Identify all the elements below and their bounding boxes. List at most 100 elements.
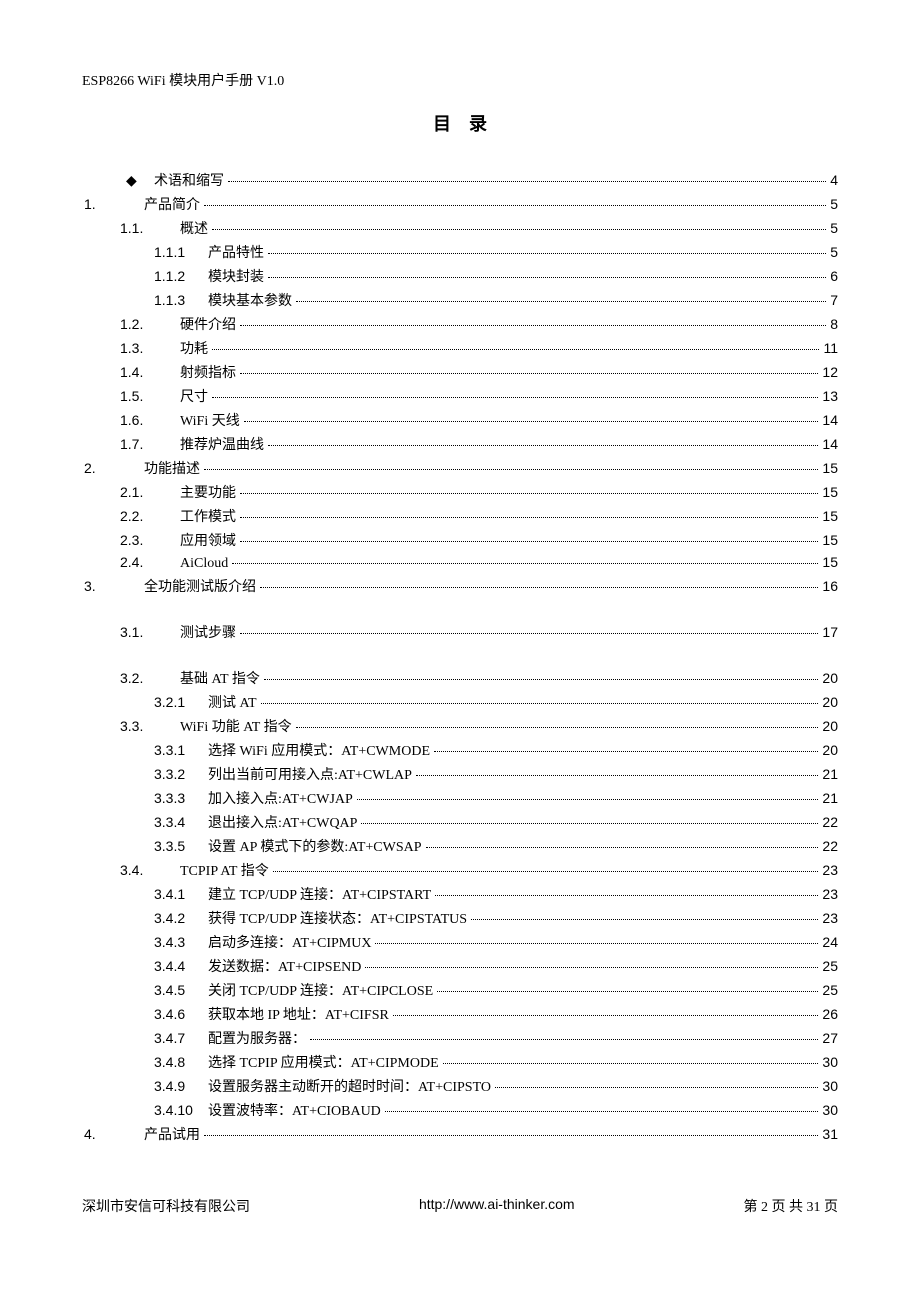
toc-entry-label: AiCloud	[180, 556, 230, 572]
toc-entry-label: 产品特性	[208, 242, 266, 262]
toc-entry-label: 设置波特率：AT+CIOBAUD	[208, 1100, 383, 1120]
toc-leader	[240, 373, 818, 374]
toc-row: 3.3.1选择 WiFi 应用模式：AT+CWMODE20	[84, 740, 838, 760]
toc-entry-marker: 3.3.3	[154, 790, 208, 806]
toc-leader	[240, 541, 818, 542]
toc-entry-marker: 1.2.	[120, 316, 180, 332]
toc-row: 2.4.AiCloud15	[84, 554, 838, 572]
toc-leader	[375, 943, 818, 944]
toc-leader	[212, 229, 826, 230]
toc-entry-page: 5	[828, 220, 838, 236]
toc-entry-label: 测试步骤	[180, 622, 238, 642]
toc-entry-marker: 1.1.1	[154, 244, 208, 260]
toc-leader	[240, 325, 826, 326]
toc-row: 1.产品简介5	[84, 194, 838, 214]
toc-leader	[232, 563, 818, 564]
toc-entry-marker: 3.4.4	[154, 958, 208, 974]
toc-entry-label: 产品试用	[144, 1124, 202, 1144]
toc-leader	[204, 469, 818, 470]
toc-entry-label: 功耗	[180, 338, 210, 358]
toc-row: 3.4.10设置波特率：AT+CIOBAUD30	[84, 1100, 838, 1120]
toc-leader	[204, 1135, 818, 1136]
toc-leader	[240, 517, 818, 518]
toc-leader	[361, 823, 818, 824]
toc-entry-marker: 3.3.4	[154, 814, 208, 830]
toc-leader	[434, 751, 818, 752]
toc-entry-page: 13	[820, 388, 838, 404]
toc-entry-page: 27	[820, 1030, 838, 1046]
toc-entry-page: 5	[828, 196, 838, 212]
toc-row: 3.4.2获得 TCP/UDP 连接状态：AT+CIPSTATUS23	[84, 908, 838, 928]
toc-entry-page: 20	[820, 694, 838, 710]
toc-row: 3.4.1建立 TCP/UDP 连接：AT+CIPSTART23	[84, 884, 838, 904]
toc-leader	[416, 775, 819, 776]
toc-entry-page: 31	[820, 1126, 838, 1142]
page-footer: 深圳市安信可科技有限公司 http://www.ai-thinker.com 第…	[82, 1196, 838, 1216]
toc-entry-label: 模块基本参数	[208, 290, 294, 310]
toc-entry-label: WiFi 功能 AT 指令	[180, 716, 294, 736]
toc-row: 3.4.8选择 TCPIP 应用模式：AT+CIPMODE30	[84, 1052, 838, 1072]
toc-entry-label: 应用领域	[180, 530, 238, 550]
toc-row: 3.2.基础 AT 指令20	[84, 668, 838, 688]
toc-entry-page: 4	[828, 172, 838, 188]
toc-entry-marker: 1.1.2	[154, 268, 208, 284]
toc-entry-page: 26	[820, 1006, 838, 1022]
toc-entry-page: 21	[820, 766, 838, 782]
toc-entry-page: 20	[820, 718, 838, 734]
toc-leader	[268, 445, 818, 446]
footer-url: http://www.ai-thinker.com	[419, 1196, 575, 1216]
toc-leader	[435, 895, 818, 896]
toc-entry-page: 15	[820, 508, 838, 524]
toc-entry-marker: 1.5.	[120, 388, 180, 404]
toc-entry-marker: 2.1.	[120, 484, 180, 500]
toc-entry-label: 选择 WiFi 应用模式：AT+CWMODE	[208, 740, 432, 760]
toc-leader	[471, 919, 818, 920]
toc-entry-marker: 3.4.1	[154, 886, 208, 902]
toc-row: 1.2.硬件介绍8	[84, 314, 838, 334]
toc-leader	[437, 991, 818, 992]
toc-row: 3.3.WiFi 功能 AT 指令20	[84, 716, 838, 736]
toc-entry-marker: 1.3.	[120, 340, 180, 356]
toc-entry-marker: 2.2.	[120, 508, 180, 524]
toc-entry-label: 发送数据：AT+CIPSEND	[208, 956, 363, 976]
toc-entry-label: 射频指标	[180, 362, 238, 382]
toc-entry-marker: 2.3.	[120, 532, 180, 548]
toc-row: 1.1.1产品特性5	[84, 242, 838, 262]
toc-row: 1.6.WiFi 天线14	[84, 410, 838, 430]
document-header: ESP8266 WiFi 模块用户手册 V1.0	[82, 70, 838, 90]
toc-entry-page: 24	[820, 934, 838, 950]
toc-row: 1.1.3模块基本参数7	[84, 290, 838, 310]
toc-row: 3.4.TCPIP AT 指令23	[84, 860, 838, 880]
toc-leader	[264, 679, 819, 680]
toc-entry-label: 基础 AT 指令	[180, 668, 262, 688]
toc-entry-page: 6	[828, 268, 838, 284]
toc-row: 3.4.6获取本地 IP 地址：AT+CIFSR26	[84, 1004, 838, 1024]
toc-entry-marker: 1.	[84, 196, 144, 212]
toc-leader	[212, 349, 819, 350]
toc-row: 3.4.3启动多连接：AT+CIPMUX24	[84, 932, 838, 952]
toc-entry-marker: 3.2.1	[154, 694, 208, 710]
toc-entry-label: 获得 TCP/UDP 连接状态：AT+CIPSTATUS	[208, 908, 469, 928]
toc-entry-page: 25	[820, 982, 838, 998]
toc-entry-label: 全功能测试版介绍	[144, 576, 258, 596]
diamond-icon: ◆	[126, 172, 154, 189]
toc-entry-page: 15	[820, 460, 838, 476]
toc-entry-label: 设置 AP 模式下的参数:AT+CWSAP	[208, 836, 424, 856]
toc-entry-marker: 3.3.5	[154, 838, 208, 854]
toc-entry-page: 22	[820, 814, 838, 830]
toc-row: 1.1.概述5	[84, 218, 838, 238]
toc-entry-page: 30	[820, 1102, 838, 1118]
toc-entry-label: 退出接入点:AT+CWQAP	[208, 812, 359, 832]
toc-entry-label: 获取本地 IP 地址：AT+CIFSR	[208, 1004, 391, 1024]
toc-row: 3.1.测试步骤17	[84, 622, 838, 642]
toc-entry-page: 7	[828, 292, 838, 308]
toc-leader	[268, 277, 826, 278]
toc-entry-marker: 3.4.3	[154, 934, 208, 950]
toc-row: 1.1.2模块封装6	[84, 266, 838, 286]
toc-entry-page: 23	[820, 886, 838, 902]
toc-entry-marker: 2.4.	[120, 554, 180, 570]
toc-row: 2.功能描述15	[84, 458, 838, 478]
toc-entry-label: 硬件介绍	[180, 314, 238, 334]
toc-row: 3.3.5设置 AP 模式下的参数:AT+CWSAP22	[84, 836, 838, 856]
toc-bullet-row: ◆ 术语和缩写 4	[84, 170, 838, 190]
